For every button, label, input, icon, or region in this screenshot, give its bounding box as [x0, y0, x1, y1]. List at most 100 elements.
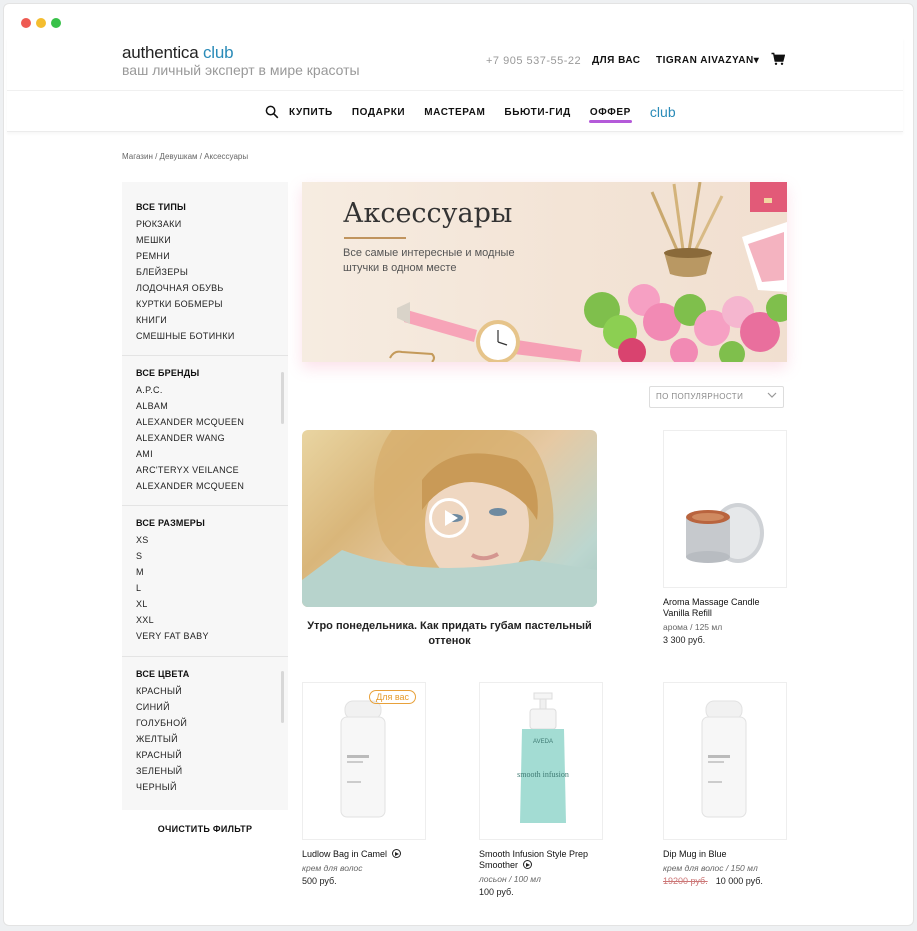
- play-icon[interactable]: [429, 498, 469, 538]
- banner-illustration: [389, 182, 787, 362]
- site-logo[interactable]: authentica club ваш личный эксперт в мир…: [122, 43, 360, 78]
- svg-text:AVEDA: AVEDA: [533, 739, 553, 745]
- filter-option[interactable]: СМЕШНЫЕ БОТИНКИ: [136, 328, 288, 344]
- play-icon[interactable]: [522, 860, 532, 869]
- search-icon[interactable]: [265, 105, 279, 119]
- product-image[interactable]: Для вас: [302, 682, 426, 840]
- product-image[interactable]: [663, 682, 787, 840]
- cart-icon[interactable]: [771, 52, 785, 66]
- filter-option[interactable]: AMI: [136, 446, 288, 462]
- product-price: 19200 руб. 10 000 руб.: [663, 876, 787, 886]
- filter-option[interactable]: S: [136, 548, 288, 564]
- product-card[interactable]: AVEDA smooth infusion Smooth Infusion St…: [479, 682, 603, 897]
- minimize-window-button[interactable]: [36, 18, 46, 28]
- paper-clip-icon: [389, 350, 435, 362]
- for-you-link[interactable]: ДЛЯ ВАС: [592, 55, 641, 66]
- product-image[interactable]: AVEDA smooth infusion: [479, 682, 603, 840]
- filter-sidebar: ВСЕ ТИПЫ РЮКЗАКИ МЕШКИ РЕМНИ БЛЕЙЗЕРЫ ЛО…: [122, 182, 288, 810]
- filter-title-sizes[interactable]: ВСЕ РАЗМЕРЫ: [136, 518, 288, 528]
- filter-option[interactable]: ЗЕЛЕНЫЙ: [136, 763, 288, 779]
- product-name[interactable]: Dip Mug in Blue: [663, 849, 787, 860]
- product-card[interactable]: Aroma Massage Candle Vanilla Refill аром…: [663, 430, 787, 645]
- filter-option[interactable]: A.P.C.: [136, 382, 288, 398]
- pump-bottle-icon: AVEDA smooth infusion: [517, 692, 569, 823]
- filter-option[interactable]: XL: [136, 596, 288, 612]
- logo-tagline: ваш личный эксперт в мире красоты: [122, 62, 360, 78]
- product-name[interactable]: Ludlow Bag in Camel: [302, 849, 426, 860]
- filter-option[interactable]: ARC'TERYX VEILANCE: [136, 462, 288, 478]
- filter-option[interactable]: L: [136, 580, 288, 596]
- play-icon[interactable]: [391, 849, 401, 858]
- nav-item-buy[interactable]: КУПИТЬ: [289, 107, 333, 118]
- filter-group-sizes: ВСЕ РАЗМЕРЫ XS S M L XL XXL VERY FAT BAB…: [122, 518, 288, 657]
- filter-group-brands: ВСЕ БРЕНДЫ A.P.C. ALBAM ALEXANDER MCQUEE…: [122, 368, 288, 506]
- notebook-icon: [750, 182, 787, 212]
- product-card[interactable]: Для вас Ludlow Bag in Camel крем для вол…: [302, 682, 426, 886]
- filter-divider: [122, 355, 288, 356]
- lotion-bottle-icon: [701, 700, 747, 818]
- pencil-cup-icon: [650, 182, 724, 277]
- filter-option[interactable]: КНИГИ: [136, 312, 288, 328]
- filter-title-colors[interactable]: ВСЕ ЦВЕТА: [136, 669, 288, 679]
- brands-scrollbar[interactable]: [281, 372, 284, 424]
- filter-option[interactable]: ЧЕРНЫЙ: [136, 779, 288, 795]
- nav-item-gifts[interactable]: ПОДАРКИ: [352, 107, 405, 118]
- filter-title-brands[interactable]: ВСЕ БРЕНДЫ: [136, 368, 288, 378]
- filter-option[interactable]: КУРТКИ БОБМЕРЫ: [136, 296, 288, 312]
- product-card[interactable]: Dip Mug in Blue крем для волос / 150 мл …: [663, 682, 787, 886]
- filter-option[interactable]: СИНИЙ: [136, 699, 288, 715]
- filter-title-types[interactable]: ВСЕ ТИПЫ: [136, 202, 288, 212]
- filter-option[interactable]: M: [136, 564, 288, 580]
- logo-text: authentica: [122, 43, 199, 62]
- nav-item-club[interactable]: club: [650, 104, 676, 120]
- site-header: authentica club ваш личный эксперт в мир…: [7, 38, 903, 132]
- close-window-button[interactable]: [21, 18, 31, 28]
- filter-option[interactable]: ЛОДОЧНАЯ ОБУВЬ: [136, 280, 288, 296]
- sort-select[interactable]: ПО ПОПУЛЯРНОСТИ: [649, 386, 784, 408]
- product-name[interactable]: Smooth Infusion Style Prep Smoother: [479, 849, 603, 871]
- user-name: TIGRAN AIVAZYAN: [656, 55, 754, 66]
- nav-item-beauty-guide[interactable]: БЬЮТИ-ГИД: [504, 107, 570, 118]
- nav-item-offer[interactable]: ОФФЕР: [588, 107, 632, 123]
- nav-item-masters[interactable]: МАСТЕРАМ: [424, 107, 485, 118]
- filter-option[interactable]: ALEXANDER MCQUEEN: [136, 414, 288, 430]
- phone-number[interactable]: +7 905 537-55-22: [486, 55, 581, 67]
- maximize-window-button[interactable]: [51, 18, 61, 28]
- filter-option[interactable]: РЕМНИ: [136, 248, 288, 264]
- filter-option[interactable]: РЮКЗАКИ: [136, 216, 288, 232]
- lotion-bottle-icon: [340, 700, 386, 818]
- filter-option[interactable]: КРАСНЫЙ: [136, 747, 288, 763]
- breadcrumb[interactable]: Магазин / Девушкам / Аксессуары: [122, 152, 248, 161]
- product-subtitle: арома / 125 мл: [663, 622, 723, 632]
- filter-option[interactable]: ГОЛУБНОЙ: [136, 715, 288, 731]
- filter-option[interactable]: ЖЕЛТЫЙ: [136, 731, 288, 747]
- product-image[interactable]: [663, 430, 787, 588]
- colors-scrollbar[interactable]: [281, 671, 284, 723]
- main-nav: КУПИТЬ ПОДАРКИ МАСТЕРАМ БЬЮТИ-ГИД ОФФЕР …: [265, 104, 676, 123]
- filter-option[interactable]: XS: [136, 532, 288, 548]
- product-name[interactable]: Aroma Massage Candle Vanilla Refill: [663, 597, 787, 619]
- logo-club-text: club: [202, 43, 234, 62]
- video-title[interactable]: Утро понедельника. Как придать губам пас…: [302, 619, 597, 649]
- header-divider: [7, 90, 903, 91]
- product-name-text: Smooth Infusion Style Prep Smoother: [479, 849, 589, 870]
- flowers-icon: [584, 284, 787, 362]
- filter-divider: [122, 505, 288, 506]
- product-subtitle: лосьон / 100 мл: [479, 874, 541, 884]
- filter-option[interactable]: МЕШКИ: [136, 232, 288, 248]
- product-new-price: 10 000 руб.: [715, 876, 763, 886]
- video-card[interactable]: [302, 430, 597, 607]
- clear-filter-button[interactable]: ОЧИСТИТЬ ФИЛЬТР: [122, 824, 288, 834]
- filter-option[interactable]: ALEXANDER WANG: [136, 430, 288, 446]
- filter-group-types: ВСЕ ТИПЫ РЮКЗАКИ МЕШКИ РЕМНИ БЛЕЙЗЕРЫ ЛО…: [122, 202, 288, 356]
- product-old-price: 19200 руб.: [663, 876, 708, 886]
- filter-option[interactable]: ALEXANDER MCQUEEN: [136, 478, 288, 494]
- filter-option[interactable]: БЛЕЙЗЕРЫ: [136, 264, 288, 280]
- filter-option[interactable]: XXL: [136, 612, 288, 628]
- filter-option[interactable]: VERY FAT BABY: [136, 628, 288, 644]
- user-menu[interactable]: TIGRAN AIVAZYAN▾: [656, 55, 759, 66]
- filter-divider: [122, 656, 288, 657]
- sort-selected-value: ПО ПОПУЛЯРНОСТИ: [656, 392, 744, 401]
- filter-option[interactable]: ALBAM: [136, 398, 288, 414]
- filter-option[interactable]: КРАСНЫЙ: [136, 683, 288, 699]
